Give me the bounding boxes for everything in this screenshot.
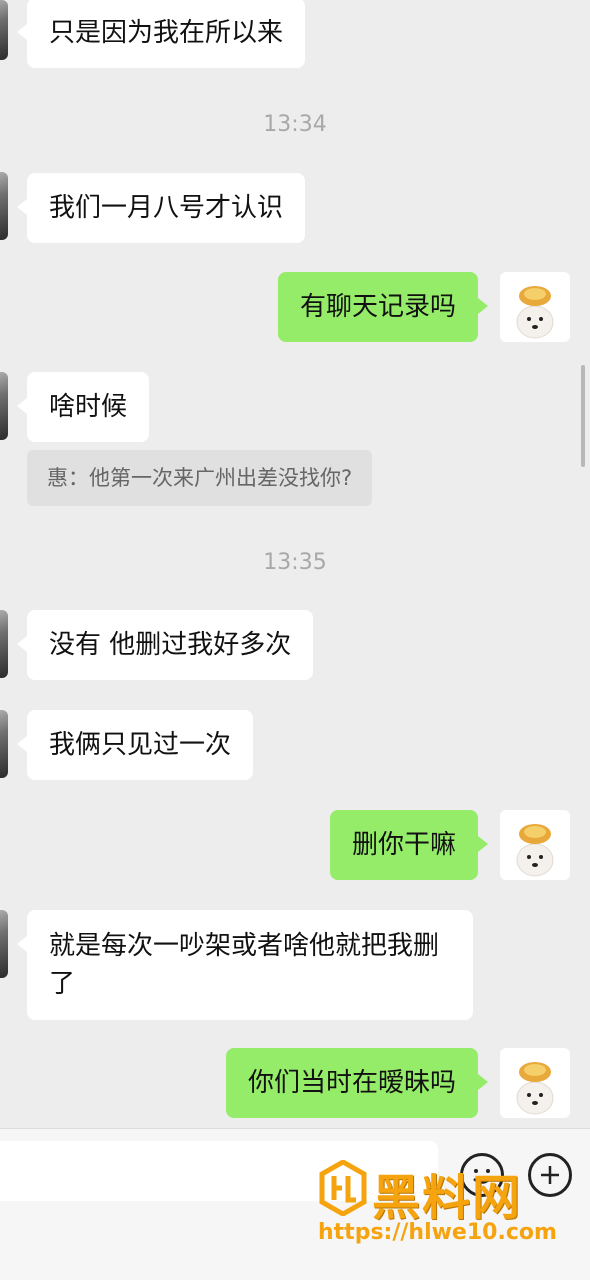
incoming-message[interactable]: 没有 他删过我好多次: [16, 610, 314, 680]
watermark-title: 黑料网: [372, 1170, 523, 1226]
user-avatar[interactable]: [500, 1048, 570, 1118]
incoming-message[interactable]: 只是因为我在所以来: [16, 0, 306, 68]
timestamp: 13:34: [263, 112, 327, 137]
dog-avatar-icon: [516, 824, 554, 877]
dog-avatar-icon: [516, 286, 554, 339]
contact-avatar[interactable]: [0, 172, 8, 240]
contact-avatar[interactable]: [0, 710, 8, 778]
incoming-message[interactable]: 啥时候: [16, 372, 150, 442]
outgoing-message[interactable]: 有聊天记录吗: [277, 272, 489, 342]
outgoing-message[interactable]: 删你干嘛: [329, 810, 489, 880]
quoted-reply[interactable]: 惠：他第一次来广州出差没找你?: [27, 450, 373, 506]
contact-avatar[interactable]: [0, 0, 8, 60]
dog-avatar-icon: [516, 1062, 554, 1115]
timestamp: 13:35: [263, 550, 327, 575]
user-avatar[interactable]: [500, 272, 570, 342]
incoming-message[interactable]: 我们一月八号才认识: [16, 173, 306, 243]
watermark: 黑料网 https://hlwe10.com: [318, 1158, 568, 1258]
outgoing-message[interactable]: 你们当时在暧昧吗: [225, 1048, 489, 1118]
watermark-logo-icon: [319, 1160, 367, 1216]
incoming-message[interactable]: 我俩只见过一次: [16, 710, 254, 780]
contact-avatar[interactable]: [0, 372, 8, 440]
watermark-url: https://hlwe10.com: [318, 1220, 557, 1245]
incoming-message[interactable]: 就是每次一吵架或者啥他就把我删了: [17, 910, 473, 1020]
chat-area[interactable]: 只是因为我在所以来 13:34 我们一月八号才认识 有聊天记录吗 啥时候 惠：他…: [0, 0, 590, 1128]
user-avatar[interactable]: [500, 810, 570, 880]
contact-avatar[interactable]: [0, 910, 8, 978]
contact-avatar[interactable]: [0, 610, 8, 678]
scrollbar[interactable]: [581, 365, 585, 467]
